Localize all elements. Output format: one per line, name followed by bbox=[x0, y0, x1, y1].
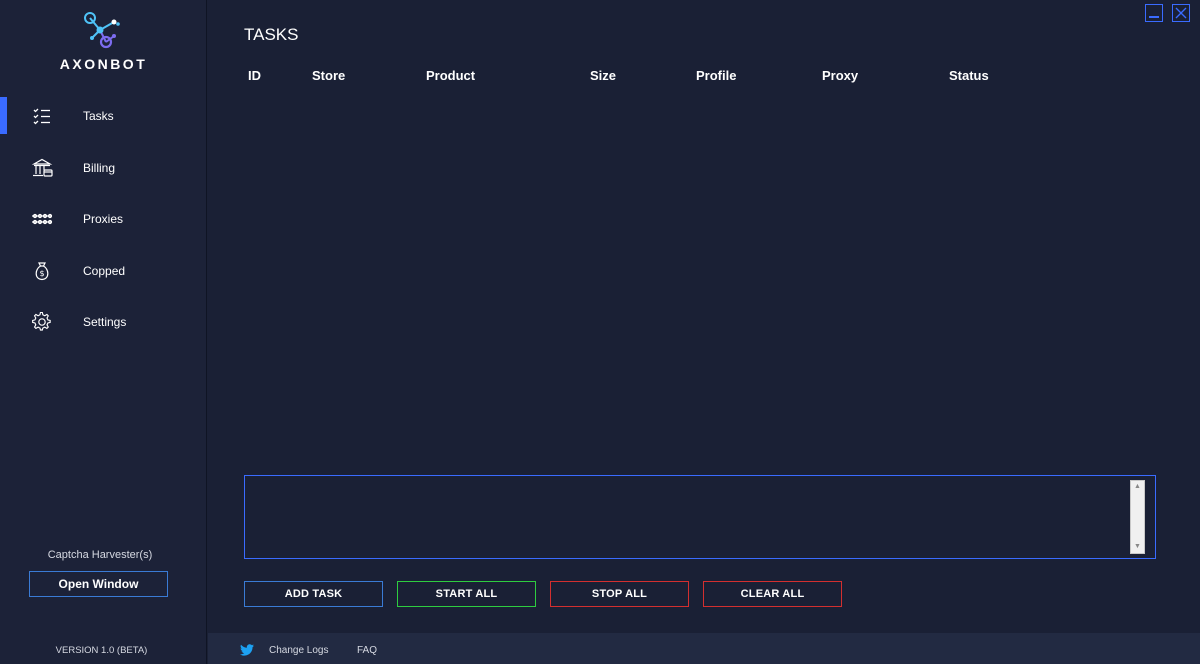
footer: Change Logs FAQ bbox=[208, 633, 1200, 664]
sidebar-item-label: Copped bbox=[83, 263, 126, 278]
close-icon bbox=[1175, 7, 1187, 19]
column-header-status[interactable]: Status bbox=[949, 68, 989, 83]
svg-text:$: $ bbox=[39, 269, 44, 278]
column-header-product[interactable]: Product bbox=[426, 68, 475, 83]
stop-all-button[interactable]: STOP ALL bbox=[550, 581, 689, 607]
add-task-button[interactable]: ADD TASK bbox=[244, 581, 383, 607]
sidebar-nav: Tasks Billing Proxies $ Copped Settings bbox=[0, 97, 207, 355]
logo: AXONBOT bbox=[0, 10, 207, 72]
captcha-harvester-label: Captcha Harvester(s) bbox=[47, 549, 153, 561]
column-header-profile[interactable]: Profile bbox=[696, 68, 736, 83]
change-logs-link[interactable]: Change Logs bbox=[269, 645, 329, 656]
sidebar-item-label: Billing bbox=[83, 160, 116, 175]
sidebar-item-copped[interactable]: $ Copped bbox=[0, 252, 207, 290]
money-bag-icon: $ bbox=[35, 261, 49, 280]
axonbot-logo-icon bbox=[83, 12, 120, 49]
sidebar-item-billing[interactable]: Billing bbox=[0, 149, 207, 187]
open-window-button[interactable]: Open Window bbox=[29, 571, 168, 597]
bank-icon bbox=[31, 158, 53, 177]
sidebar-item-label: Tasks bbox=[83, 109, 114, 123]
close-button[interactable] bbox=[1172, 4, 1190, 22]
version-label: VERSION 1.0 (BETA) bbox=[55, 645, 148, 656]
scroll-down-icon[interactable]: ▼ bbox=[1131, 541, 1144, 553]
column-header-store[interactable]: Store bbox=[312, 68, 345, 83]
brand-name: AXONBOT bbox=[59, 56, 148, 72]
log-textarea[interactable]: ▲ ▼ bbox=[244, 475, 1156, 559]
sidebar-item-label: Proxies bbox=[83, 212, 124, 226]
gear-icon bbox=[32, 312, 51, 331]
faq-link[interactable]: FAQ bbox=[357, 645, 377, 656]
sidebar-item-proxies[interactable]: Proxies bbox=[0, 200, 207, 238]
page-title: TASKS bbox=[244, 25, 299, 44]
scroll-up-icon[interactable]: ▲ bbox=[1131, 481, 1144, 493]
sidebar-item-tasks[interactable]: Tasks bbox=[0, 97, 207, 135]
task-list-icon bbox=[33, 108, 50, 125]
task-table-header: ID Store Product Size Profile Proxy Stat… bbox=[208, 68, 1200, 86]
sidebar: AXONBOT Tasks Billing Proxies $ Copped S… bbox=[0, 0, 207, 664]
start-all-button[interactable]: START ALL bbox=[397, 581, 536, 607]
twitter-icon[interactable] bbox=[240, 644, 254, 656]
column-header-proxy[interactable]: Proxy bbox=[822, 68, 858, 83]
log-scrollbar[interactable]: ▲ ▼ bbox=[1130, 480, 1145, 554]
main-panel: TASKS ID Store Product Size Profile Prox… bbox=[208, 0, 1200, 664]
column-header-size[interactable]: Size bbox=[590, 68, 616, 83]
clear-all-button[interactable]: CLEAR ALL bbox=[703, 581, 842, 607]
sidebar-item-label: Settings bbox=[83, 315, 127, 329]
network-icon bbox=[32, 213, 53, 225]
sidebar-item-settings[interactable]: Settings bbox=[0, 303, 207, 341]
minimize-button[interactable] bbox=[1145, 4, 1163, 22]
column-header-id[interactable]: ID bbox=[248, 68, 261, 83]
